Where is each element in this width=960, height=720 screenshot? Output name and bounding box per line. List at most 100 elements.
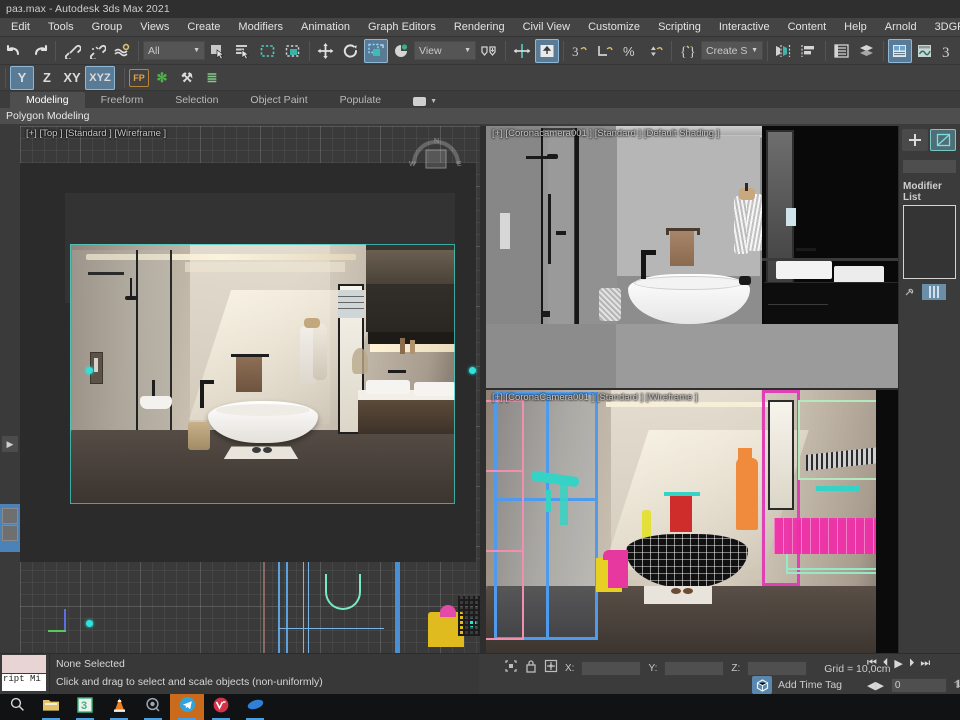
selection-handle-bl[interactable] (86, 620, 93, 627)
object-name-field[interactable] (902, 159, 957, 174)
taskbar-file-explorer-icon[interactable] (34, 694, 68, 720)
select-and-place-icon[interactable] (389, 39, 413, 63)
named-selection-set-dropdown[interactable]: Create Selection Set ▼ (701, 41, 763, 60)
undo-icon[interactable] (2, 39, 26, 63)
viewport-top[interactable]: N W E [+] [Top ] [Standard ] [Wireframe … (20, 126, 480, 653)
menu-item-scripting[interactable]: Scripting (649, 19, 710, 36)
menu-item-modifiers[interactable]: Modifiers (229, 19, 292, 36)
play-animation-button[interactable]: ▶ (891, 657, 905, 670)
add-time-tag-icon[interactable] (752, 676, 772, 694)
key-mode-toggle-icon[interactable]: ◀▶ (864, 679, 887, 692)
percent-snap-toggle-icon[interactable]: % (618, 39, 642, 63)
selection-handle-tl[interactable] (86, 367, 93, 374)
snaps-toggle-icon[interactable]: 3 (568, 39, 592, 63)
ribbon-options-dropdown[interactable]: ▼ (397, 95, 453, 108)
create-tab[interactable] (902, 129, 928, 151)
selection-handle-tr[interactable] (469, 367, 476, 374)
menu-item-views[interactable]: Views (131, 19, 178, 36)
menu-item-civil-view[interactable]: Civil View (514, 19, 579, 36)
spinner-arrows-icon[interactable]: ⥮ (951, 679, 960, 692)
viewport-layout-tab[interactable] (0, 504, 20, 552)
curve-editor-icon[interactable] (913, 39, 937, 63)
taskbar-vivaldi-icon[interactable] (204, 694, 238, 720)
modify-tab[interactable] (930, 129, 956, 151)
use-pivot-point-center-icon[interactable] (477, 39, 501, 63)
menu-item-content[interactable]: Content (779, 19, 836, 36)
reference-coordinate-dropdown[interactable]: View ▼ (414, 41, 476, 60)
select-and-rotate-icon[interactable] (339, 39, 363, 63)
axis-constraint-xyz-button[interactable]: XYZ (85, 65, 115, 90)
menu-item-graph-editors[interactable]: Graph Editors (359, 19, 445, 36)
unlink-selection-icon[interactable] (85, 39, 109, 63)
scene-explorer-icon[interactable] (830, 39, 854, 63)
mini-listener[interactable]: ript Mi (0, 654, 48, 695)
bind-to-space-warp-icon[interactable] (110, 39, 134, 63)
rendered-bathroom-image[interactable] (70, 244, 455, 504)
bug-icon[interactable]: ✻ (150, 66, 174, 90)
taskbar-vlc-icon[interactable] (102, 694, 136, 720)
select-by-name-icon[interactable] (231, 39, 255, 63)
menu-item-interactive[interactable]: Interactive (710, 19, 779, 36)
viewport-wireframe[interactable]: [+] [CoronaCamera001 ] [Standard ] [Wire… (486, 390, 898, 653)
align-icon[interactable] (535, 38, 559, 63)
axis-constraint-y-button[interactable]: Y (10, 65, 34, 90)
selection-lock-region-icon[interactable] (504, 659, 518, 678)
menu-item-customize[interactable]: Customize (579, 19, 649, 36)
go-to-start-button[interactable]: ⏮ (864, 657, 880, 670)
current-frame-field[interactable]: 0 (890, 677, 947, 693)
mirror-icon[interactable] (510, 39, 534, 63)
menu-item-3dground[interactable]: 3DGROUND (926, 19, 960, 36)
y-field[interactable] (664, 661, 725, 676)
material-editor-icon[interactable] (888, 38, 912, 63)
render-setup-icon[interactable]: 3 (938, 39, 960, 63)
absolute-relative-transform-icon[interactable] (544, 659, 558, 678)
edit-named-selection-sets-icon[interactable]: {} (676, 39, 700, 63)
z-field[interactable] (747, 661, 808, 676)
go-to-end-button[interactable]: ⏭ (917, 657, 933, 670)
pin-stack-icon[interactable] (904, 285, 918, 300)
selection-filter-dropdown[interactable]: All ▼ (143, 41, 205, 60)
axis-constraint-z-button[interactable]: Z (35, 66, 59, 90)
ribbon-tab-freeform[interactable]: Freeform (85, 92, 160, 108)
select-and-move-icon[interactable] (314, 39, 338, 63)
taskbar-search-icon[interactable] (0, 694, 34, 720)
view-cube[interactable]: N W E (408, 132, 464, 184)
menu-item-arnold[interactable]: Arnold (876, 19, 926, 36)
menu-item-rendering[interactable]: Rendering (445, 19, 514, 36)
x-field[interactable] (581, 661, 642, 676)
angle-snap-toggle-icon[interactable] (593, 39, 617, 63)
menu-item-create[interactable]: Create (178, 19, 229, 36)
viewport-camera[interactable]: [+] [Coronacamera001 ] [Standard ] [Defa… (486, 126, 898, 388)
axis-constraint-xy-button[interactable]: XY (60, 66, 84, 90)
taskbar-app-icon[interactable] (238, 694, 272, 720)
list-icon[interactable]: ≣ (200, 66, 224, 90)
taskbar-3dsmax-icon[interactable]: 3 (68, 694, 102, 720)
align-objects-icon[interactable] (797, 39, 821, 63)
taskbar-telegram-icon[interactable] (170, 694, 204, 720)
menu-item-edit[interactable]: Edit (2, 19, 39, 36)
window-crossing-toggle-icon[interactable] (281, 39, 305, 63)
redo-icon[interactable] (27, 39, 51, 63)
select-and-scale-icon[interactable] (364, 38, 388, 63)
layer-explorer-icon[interactable] (855, 39, 879, 63)
spinner-snap-toggle-icon[interactable] (643, 39, 667, 63)
menu-item-group[interactable]: Group (83, 19, 132, 36)
previous-frame-button[interactable]: ⏴ (880, 657, 892, 670)
ribbon-tab-object-paint[interactable]: Object Paint (234, 92, 323, 108)
modifier-stack-list[interactable] (903, 205, 956, 279)
menu-item-help[interactable]: Help (835, 19, 876, 36)
mirror-objects-icon[interactable] (772, 39, 796, 63)
expand-arrow-icon[interactable]: ▶ (2, 436, 18, 452)
ribbon-tab-modeling[interactable]: Modeling (10, 92, 85, 108)
select-object-icon[interactable] (206, 39, 230, 63)
show-end-result-icon[interactable] (922, 284, 946, 300)
menu-item-animation[interactable]: Animation (292, 19, 359, 36)
taskbar-photos-icon[interactable] (136, 694, 170, 720)
next-frame-button[interactable]: ⏵ (906, 657, 918, 670)
lock-icon[interactable] (525, 659, 537, 678)
ribbon-tab-selection[interactable]: Selection (159, 92, 234, 108)
tools-icon[interactable]: ⚒ (175, 66, 199, 90)
menu-item-tools[interactable]: Tools (39, 19, 83, 36)
fp-toolbar-icon[interactable]: FP (129, 68, 149, 87)
ribbon-tab-populate[interactable]: Populate (324, 92, 397, 108)
